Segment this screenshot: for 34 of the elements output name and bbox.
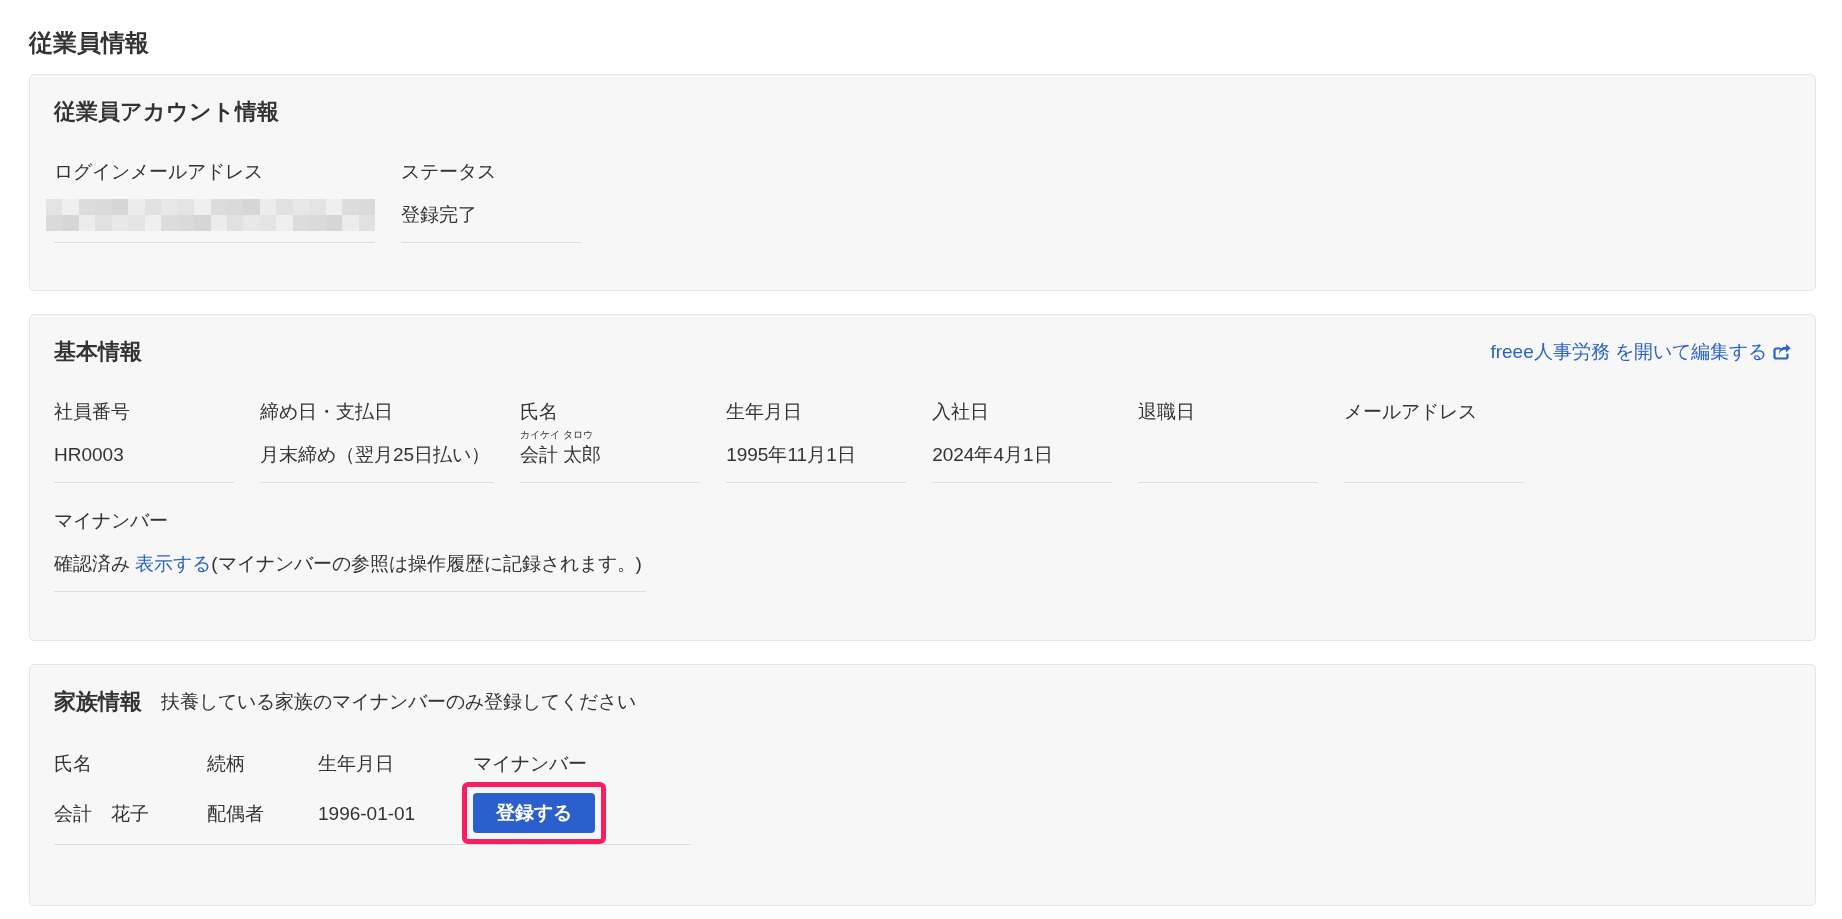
table-cell: 配偶者 <box>207 802 264 824</box>
field-label: 退職日 <box>1138 400 1196 424</box>
field-value: 会計 太郎 <box>520 444 602 465</box>
page-title: 従業員情報 <box>29 28 149 58</box>
table-cell: 1996-01-01 <box>318 802 416 824</box>
table-cell: 会計 花子 <box>54 802 149 824</box>
field-label: ステータス <box>401 160 496 184</box>
field-value: 登録完了 <box>401 204 477 225</box>
section-note: 扶養している家族のマイナンバーのみ登録してください <box>161 690 636 714</box>
register-button[interactable]: 登録する <box>473 793 595 833</box>
column-header: マイナンバー <box>473 753 587 774</box>
column-header: 続柄 <box>207 753 245 774</box>
field-label: ログインメールアドレス <box>54 160 263 184</box>
section-title: 家族情報 <box>54 688 142 716</box>
field-label: マイナンバー <box>54 509 168 533</box>
column-header: 氏名 <box>54 753 92 774</box>
my-number-value: 確認済み 表示する(マイナンバーの参照は操作履歴に記録されます。) <box>54 553 642 574</box>
external-link-icon <box>1773 344 1791 360</box>
field-label: 締め日・支払日 <box>260 400 393 424</box>
section-title: 従業員アカウント情報 <box>54 98 279 126</box>
field-label: メールアドレス <box>1344 400 1478 424</box>
show-link[interactable]: 表示する <box>135 553 212 574</box>
column-header: 生年月日 <box>318 753 394 774</box>
section-title: 基本情報 <box>54 338 142 366</box>
field-value: 2024年4月1日 <box>932 444 1053 465</box>
field-value: HR0003 <box>54 444 124 465</box>
name-reading: カイケイ タロウ <box>520 428 593 442</box>
field-label: 氏名 <box>520 400 559 424</box>
field-label: 入社日 <box>932 400 990 424</box>
field-value: 1995年11月1日 <box>726 444 856 465</box>
field-label: 社員番号 <box>54 400 130 424</box>
edit-link[interactable]: freee人事労務 を開いて編集する <box>1490 339 1791 365</box>
field-value: 月末締め（翌月25日払い） <box>260 444 491 465</box>
field-label: 生年月日 <box>726 400 803 424</box>
